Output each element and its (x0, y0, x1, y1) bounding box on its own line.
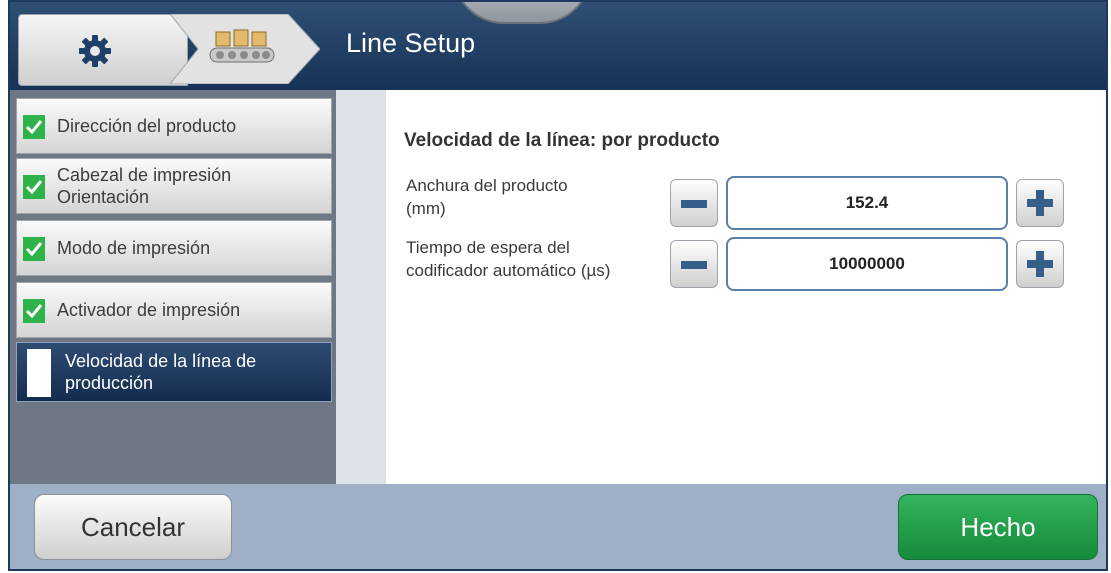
check-icon (23, 175, 45, 199)
sidebar-item-label-line1: Velocidad de la línea de (65, 351, 257, 371)
sidebar-item-label: Dirección del producto (57, 116, 237, 136)
sidebar-item-label-line1: Cabezal de impresión (57, 165, 232, 185)
check-icon (23, 115, 45, 139)
footer-bar: Cancelar Hecho (10, 484, 1106, 569)
sidebar-item-label: Cabezal de impresión Orientación (57, 164, 231, 208)
sidebar-item-product-direction[interactable]: Dirección del producto (16, 98, 332, 154)
label-line1: Tiempo de espera del (406, 238, 570, 257)
conveyor-icon (208, 28, 278, 75)
pull-down-tab[interactable] (452, 2, 592, 24)
breadcrumb-line-setup[interactable] (168, 13, 321, 85)
encoder-timeout-field[interactable]: 10000000 (726, 237, 1008, 291)
sidebar-item-label-line2: Orientación (57, 187, 150, 207)
header-bar: Line Setup (10, 2, 1106, 90)
gear-icon (77, 33, 113, 74)
sidebar-item-print-trigger[interactable]: Activador de impresión (16, 282, 332, 338)
home-button[interactable] (18, 14, 188, 86)
check-icon (23, 299, 45, 323)
sidebar-item-label: Velocidad de la línea de producción (65, 350, 256, 394)
sidebar: Dirección del producto Cabezal de impres… (10, 90, 336, 484)
encoder-timeout-increase-button[interactable] (1016, 240, 1064, 288)
label-line1: Anchura del producto (406, 176, 568, 195)
sidebar-item-label-line2: producción (65, 373, 154, 393)
sidebar-item-print-mode[interactable]: Modo de impresión (16, 220, 332, 276)
encoder-timeout-decrease-button[interactable] (670, 240, 718, 288)
panel-divider (336, 90, 386, 484)
done-button[interactable]: Hecho (898, 494, 1098, 560)
minus-icon (681, 200, 707, 208)
app-window: Line Setup Dirección del producto Cabeza… (8, 0, 1108, 571)
check-icon (23, 237, 45, 261)
label-line2: (mm) (406, 199, 446, 218)
sidebar-item-printhead-orientation[interactable]: Cabezal de impresión Orientación (16, 158, 332, 214)
status-box (27, 349, 51, 397)
product-width-decrease-button[interactable] (670, 179, 718, 227)
minus-icon (681, 261, 707, 269)
sidebar-item-label: Modo de impresión (57, 238, 211, 258)
page-title: Line Setup (346, 28, 476, 58)
product-width-label: Anchura del producto (mm) (406, 174, 646, 220)
cancel-button[interactable]: Cancelar (34, 494, 232, 560)
section-title: Velocidad de la línea: por producto (404, 130, 720, 151)
main-panel: Velocidad de la línea: por producto Anch… (336, 90, 1106, 484)
product-width-field[interactable]: 152.4 (726, 176, 1008, 230)
sidebar-item-line-speed[interactable]: Velocidad de la línea de producción (16, 342, 332, 402)
encoder-timeout-label: Tiempo de espera del codificador automát… (406, 236, 646, 282)
product-width-increase-button[interactable] (1016, 179, 1064, 227)
label-line2: codificador automático (µs) (406, 261, 611, 280)
sidebar-item-label: Activador de impresión (57, 300, 241, 320)
